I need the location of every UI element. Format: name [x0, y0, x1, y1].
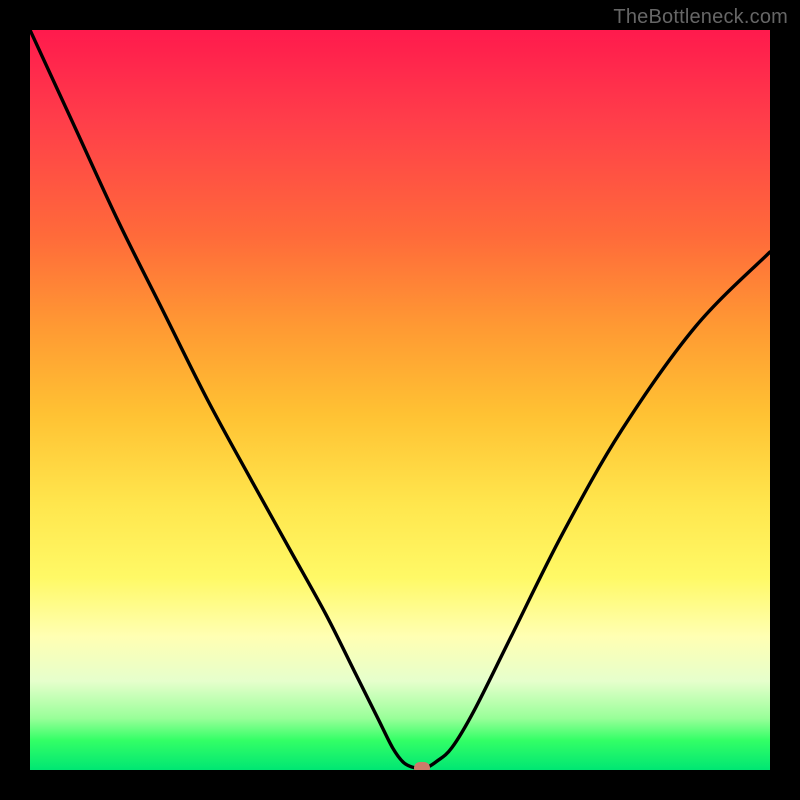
optimum-marker: [414, 762, 430, 770]
chart-frame: TheBottleneck.com: [0, 0, 800, 800]
bottleneck-curve: [30, 30, 770, 770]
plot-area: [30, 30, 770, 770]
watermark-label: TheBottleneck.com: [613, 6, 788, 29]
